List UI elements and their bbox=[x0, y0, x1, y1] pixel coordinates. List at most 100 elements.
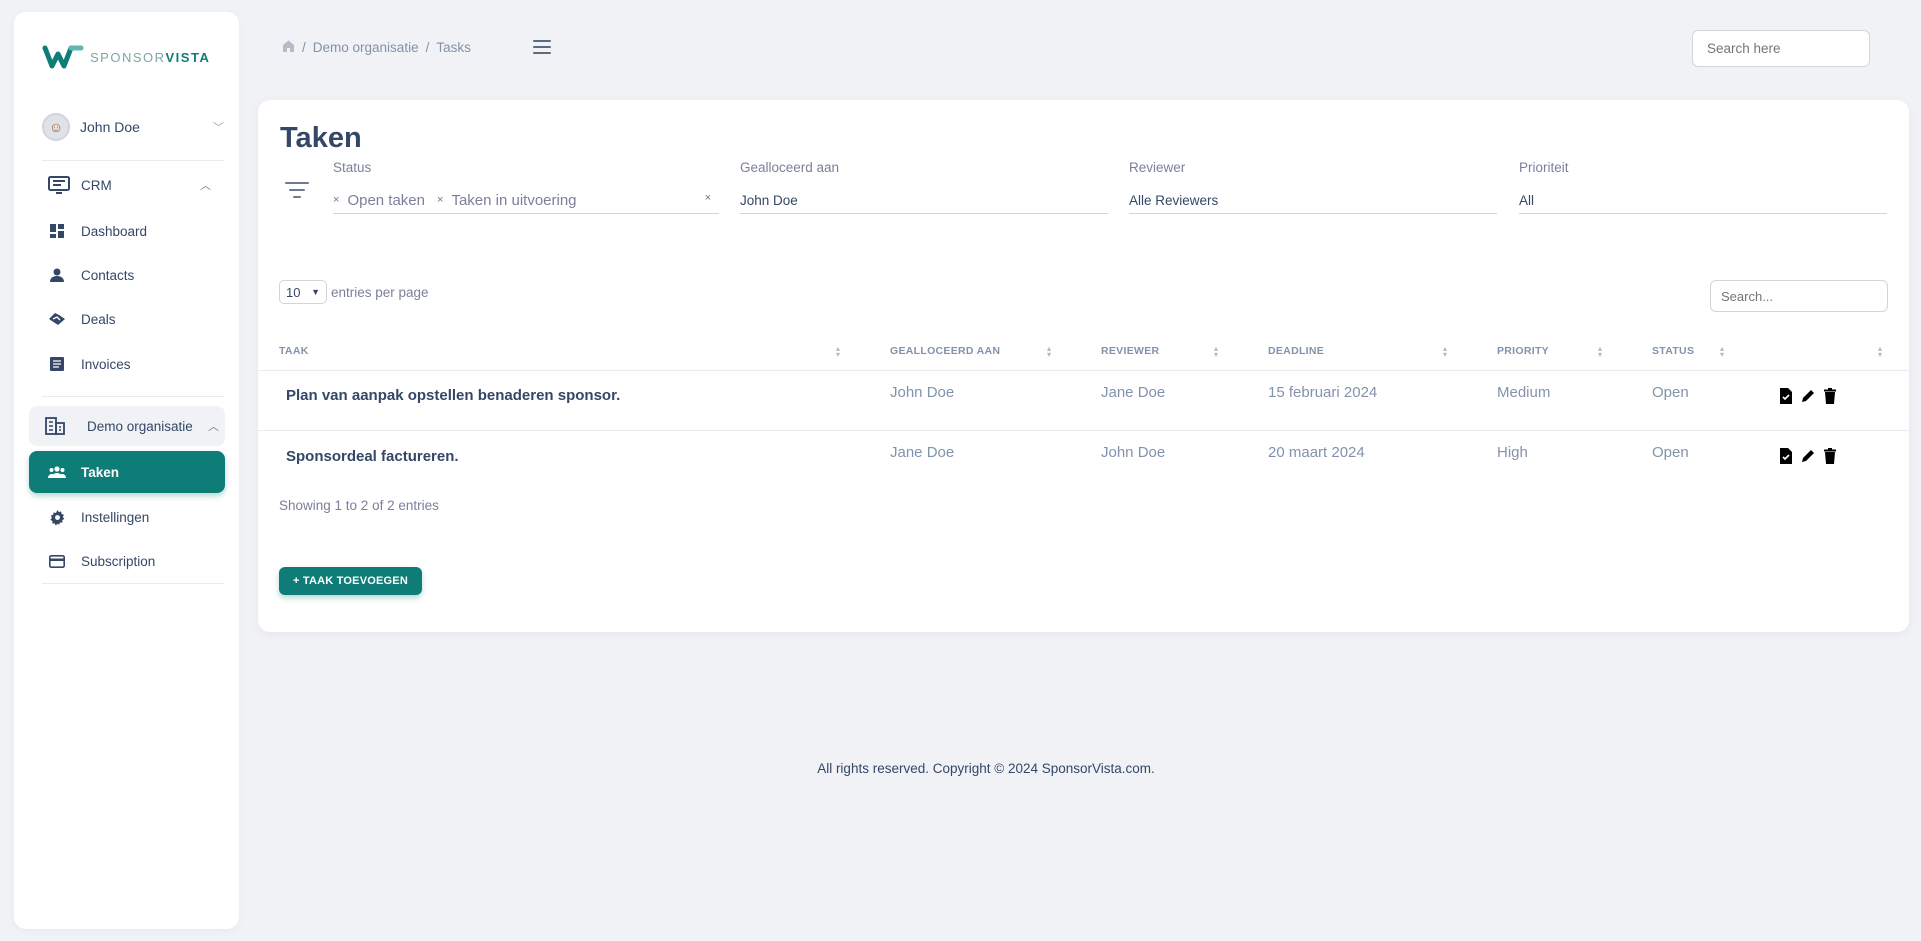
file-check-icon[interactable] bbox=[1778, 388, 1794, 404]
handshake-icon bbox=[47, 309, 67, 329]
chevron-up-icon: ︿ bbox=[208, 421, 219, 433]
sort-icon[interactable]: ▴ ▾ bbox=[1214, 345, 1218, 359]
status-cell: Open bbox=[1652, 444, 1689, 461]
deadline-cell: 20 maart 2024 bbox=[1268, 444, 1365, 461]
status-filter-select[interactable]: × Open taken × Taken in uitvoering × bbox=[333, 187, 719, 214]
trash-icon[interactable] bbox=[1822, 448, 1838, 464]
task-title[interactable]: Sponsordeal factureren. bbox=[286, 448, 459, 465]
divider bbox=[42, 396, 224, 397]
remove-chip-icon[interactable]: × bbox=[437, 194, 443, 206]
sort-icon[interactable]: ▴ ▾ bbox=[1598, 345, 1602, 359]
copyright-text: All rights reserved. Copyright © 2024 Sp… bbox=[817, 761, 1155, 776]
person-icon bbox=[47, 265, 67, 285]
add-task-button[interactable]: + TAAK TOEVOEGEN bbox=[279, 567, 422, 595]
invoice-icon bbox=[47, 354, 67, 374]
sidebar-section-crm[interactable]: CRM ︿ bbox=[29, 165, 225, 205]
task-title[interactable]: Plan van aanpak opstellen benaderen spon… bbox=[286, 387, 620, 404]
breadcrumb-separator: / bbox=[302, 40, 306, 55]
sidebar-item-subscription[interactable]: Subscription bbox=[29, 541, 225, 581]
sort-icon[interactable]: ▴ ▾ bbox=[1047, 345, 1051, 359]
row-actions bbox=[1778, 448, 1838, 464]
dashboard-icon bbox=[47, 221, 67, 241]
sidebar-section-label: CRM bbox=[81, 177, 112, 193]
building-icon bbox=[45, 416, 65, 436]
reviewer-filter-select[interactable]: Alle Reviewers bbox=[1129, 187, 1497, 214]
sidebar-item-invoices[interactable]: Invoices bbox=[29, 344, 225, 384]
sort-icon[interactable]: ▴ ▾ bbox=[1720, 345, 1724, 359]
reviewer-filter-label: Reviewer bbox=[1129, 160, 1186, 175]
sidebar-item-label: Subscription bbox=[81, 553, 156, 569]
sidebar-item-label: Taken bbox=[81, 464, 120, 480]
priority-filter-label: Prioriteit bbox=[1519, 160, 1569, 175]
logo-mark-icon bbox=[42, 45, 84, 69]
status-chip[interactable]: × Open taken bbox=[333, 192, 425, 209]
brand-name: SPONSORVISTA bbox=[90, 49, 211, 65]
allocated-filter-label: Gealloceerd aan bbox=[740, 160, 840, 175]
priority-filter[interactable]: Prioriteit All bbox=[1519, 160, 1887, 214]
user-menu[interactable]: ☺ John Doe ﹀ bbox=[42, 112, 224, 142]
sidebar-item-label: Contacts bbox=[81, 267, 135, 283]
clear-filter-icon[interactable]: × bbox=[705, 192, 711, 204]
status-chip[interactable]: × Taken in uitvoering bbox=[437, 192, 577, 209]
chevron-up-icon: ︿ bbox=[200, 180, 211, 192]
breadcrumb-page: Tasks bbox=[436, 40, 471, 55]
priority-filter-select[interactable]: All bbox=[1519, 187, 1887, 214]
sort-icon[interactable]: ▴ ▾ bbox=[836, 345, 840, 359]
column-header-reviewer[interactable]: REVIEWER bbox=[1101, 345, 1159, 357]
priority-cell: Medium bbox=[1497, 384, 1551, 401]
reviewer-cell: John Doe bbox=[1101, 444, 1166, 461]
priority-cell: High bbox=[1497, 444, 1528, 461]
sidebar-section-demo-organisatie[interactable]: Demo organisatie ︿ bbox=[29, 406, 225, 446]
sidebar-item-dashboard[interactable]: Dashboard bbox=[29, 211, 225, 251]
edit-icon[interactable] bbox=[1800, 448, 1816, 464]
monitor-icon bbox=[47, 175, 71, 195]
column-header-deadline[interactable]: DEADLINE bbox=[1268, 345, 1324, 357]
divider bbox=[42, 160, 224, 161]
global-search-input[interactable] bbox=[1692, 30, 1870, 67]
chevron-down-icon: ▼ bbox=[311, 287, 320, 297]
table-search-input[interactable] bbox=[1710, 280, 1888, 312]
allocated-cell: Jane Doe bbox=[890, 444, 955, 461]
sidebar-item-label: Invoices bbox=[81, 356, 131, 372]
column-header-status[interactable]: STATUS bbox=[1652, 345, 1694, 357]
status-filter-label: Status bbox=[333, 160, 372, 175]
credit-card-icon bbox=[47, 551, 67, 571]
allocated-filter[interactable]: Gealloceerd aan John Doe bbox=[740, 160, 1108, 214]
status-cell: Open bbox=[1652, 384, 1689, 401]
row-actions bbox=[1778, 388, 1838, 404]
sort-icon[interactable]: ▴ ▾ bbox=[1878, 345, 1882, 359]
sidebar-section-label: Demo organisatie bbox=[87, 418, 193, 434]
entries-per-page: 10 ▼ entries per page bbox=[279, 280, 429, 304]
file-check-icon[interactable] bbox=[1778, 448, 1794, 464]
allocated-cell: John Doe bbox=[890, 384, 955, 401]
status-chip-label: Taken in uitvoering bbox=[451, 191, 577, 209]
filter-icon bbox=[284, 182, 310, 202]
trash-icon[interactable] bbox=[1822, 388, 1838, 404]
page-size-select[interactable]: 10 ▼ bbox=[279, 280, 327, 304]
sidebar-item-taken[interactable]: Taken bbox=[29, 451, 225, 493]
hamburger-menu-icon[interactable] bbox=[533, 40, 551, 54]
home-icon[interactable] bbox=[282, 40, 295, 55]
column-header-taak[interactable]: TAAK bbox=[279, 345, 309, 357]
reviewer-cell: Jane Doe bbox=[1101, 384, 1166, 401]
sidebar-item-instellingen[interactable]: Instellingen bbox=[29, 497, 225, 537]
table-divider bbox=[258, 370, 1909, 371]
footer: All rights reserved. Copyright © 2024 Sp… bbox=[0, 761, 1921, 776]
sidebar-item-deals[interactable]: Deals bbox=[29, 299, 225, 339]
allocated-filter-select[interactable]: John Doe bbox=[740, 187, 1108, 214]
sidebar: SPONSORVISTA ☺ John Doe ﹀ CRM ︿ Dashboar… bbox=[14, 12, 239, 929]
edit-icon[interactable] bbox=[1800, 388, 1816, 404]
sidebar-item-contacts[interactable]: Contacts bbox=[29, 255, 225, 295]
reviewer-filter[interactable]: Reviewer Alle Reviewers bbox=[1129, 160, 1497, 214]
entries-label: entries per page bbox=[331, 284, 429, 300]
breadcrumb-org[interactable]: Demo organisatie bbox=[313, 40, 419, 55]
group-icon bbox=[47, 462, 67, 482]
status-filter[interactable]: Status × Open taken × Taken in uitvoerin… bbox=[333, 160, 719, 214]
column-header-gealloceerd[interactable]: GEALLOCEERD AAN bbox=[890, 345, 1000, 357]
table-info: Showing 1 to 2 of 2 entries bbox=[279, 498, 439, 513]
sort-icon[interactable]: ▴ ▾ bbox=[1443, 345, 1447, 359]
brand-logo[interactable]: SPONSORVISTA bbox=[42, 44, 210, 70]
remove-chip-icon[interactable]: × bbox=[333, 194, 339, 206]
breadcrumb-separator: / bbox=[425, 40, 430, 55]
column-header-priority[interactable]: PRIORITY bbox=[1497, 345, 1549, 357]
